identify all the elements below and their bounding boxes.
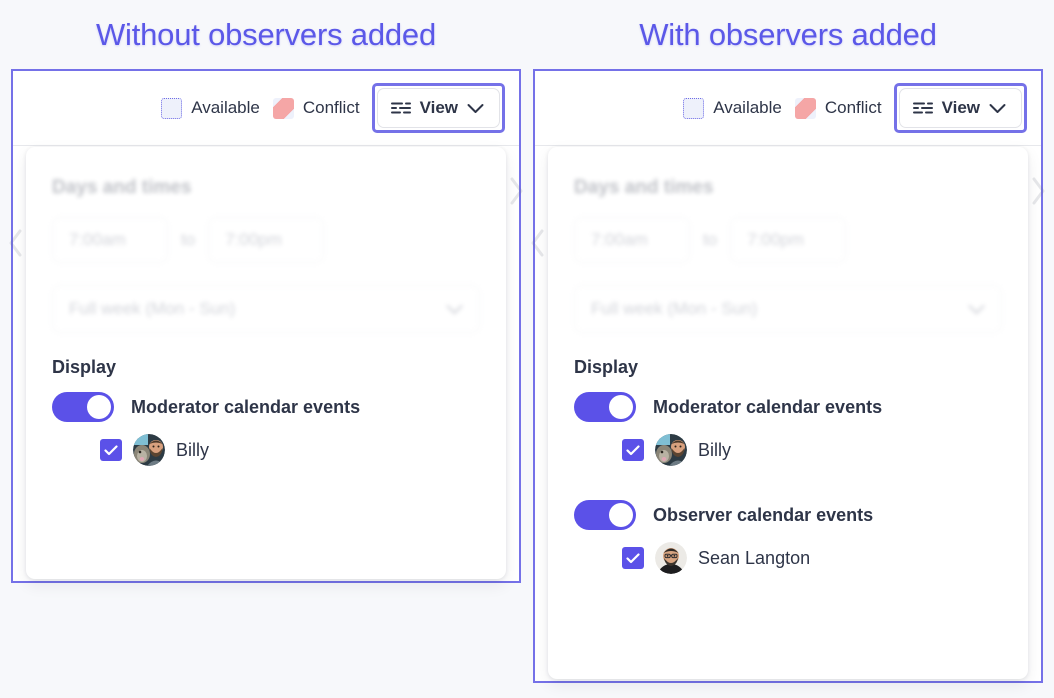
person-name: Billy <box>698 439 732 460</box>
time-range-row: 7:00am to 7:00pm <box>574 217 1002 263</box>
view-button-label: View <box>941 98 980 117</box>
check-icon <box>104 444 118 455</box>
view-button[interactable]: View <box>898 88 1022 128</box>
panel-header: Available Conflict View <box>535 71 1041 146</box>
available-swatch-icon <box>161 97 183 119</box>
toggle-row-moderator-calendar-events: Moderator calendar events <box>52 392 480 422</box>
legend-item-conflict: Conflict <box>794 97 882 119</box>
scheduler-panel-with-observers: Available Conflict View Days and times 7… <box>531 69 1045 683</box>
column-title-with-observers: With observers added <box>639 17 937 52</box>
view-settings-card: Days and times 7:00am to 7:00pm Full wee… <box>548 147 1028 679</box>
comparison-column-without-observers: Without observers added Available Confli <box>9 0 523 583</box>
week-range-select[interactable]: Full week (Mon - Sun) <box>574 285 1002 333</box>
checkbox-sean-langton[interactable] <box>622 547 644 569</box>
view-button-highlight: View <box>893 83 1027 133</box>
view-button-label: View <box>419 98 458 117</box>
available-swatch-icon <box>683 97 705 119</box>
person-name: Sean Langton <box>698 547 811 568</box>
scheduler-panel-without-observers: Available Conflict View Days and times 7… <box>9 69 523 583</box>
toggle-label-moderator-calendar-events: Moderator calendar events <box>653 396 883 417</box>
avatar <box>133 434 165 466</box>
toggle-label-observer-calendar-events: Observer calendar events <box>653 504 874 525</box>
avatar <box>655 542 687 574</box>
sliders-icon <box>912 102 933 114</box>
checkbox-billy[interactable] <box>622 439 644 461</box>
chevron-left-arrow-icon <box>9 229 22 257</box>
legend-label-conflict: Conflict <box>824 98 882 117</box>
days-and-times-title: Days and times <box>52 177 192 198</box>
week-range-select-value: Full week (Mon - Sun) <box>591 299 758 318</box>
billy-avatar <box>655 434 687 466</box>
conflict-swatch-icon <box>272 97 294 119</box>
toggle-label-moderator-calendar-events: Moderator calendar events <box>131 396 361 417</box>
sean-langton-avatar <box>655 542 687 574</box>
chevron-right-arrow-icon <box>1032 177 1045 205</box>
toggle-knob <box>609 503 633 527</box>
legend: Available Conflict <box>161 97 360 119</box>
time-range-separator: to <box>703 230 718 249</box>
days-and-times-section: Days and times 7:00am to 7:00pm Full wee… <box>26 147 506 333</box>
view-settings-card: Days and times 7:00am to 7:00pm Full wee… <box>26 147 506 579</box>
legend: Available Conflict <box>683 97 882 119</box>
check-icon <box>626 444 640 455</box>
screenshot-stage: Without observers added Available Confli <box>0 0 1054 698</box>
list-item: Sean Langton <box>574 542 1002 574</box>
billy-avatar <box>133 434 165 466</box>
view-button[interactable]: View <box>376 88 500 128</box>
toggle-row-observer-calendar-events: Observer calendar events <box>574 500 1002 530</box>
sliders-icon <box>390 102 411 114</box>
display-section-title: Display <box>574 357 639 377</box>
days-and-times-section: Days and times 7:00am to 7:00pm Full wee… <box>548 147 1028 333</box>
display-section: Display Moderator calendar events <box>548 333 1028 574</box>
panel-header: Available Conflict View <box>13 71 519 146</box>
time-range-separator: to <box>181 230 196 249</box>
check-icon <box>626 552 640 563</box>
column-title-without-observers: Without observers added <box>95 17 437 52</box>
start-time-field[interactable]: 7:00am <box>574 217 690 263</box>
chevron-down-icon <box>989 103 1006 113</box>
week-range-select-value: Full week (Mon - Sun) <box>69 299 236 318</box>
view-button-highlight: View <box>371 83 505 133</box>
list-item: Billy <box>574 434 1002 466</box>
end-time-field[interactable]: 7:00pm <box>730 217 847 263</box>
time-range-row: 7:00am to 7:00pm <box>52 217 480 263</box>
list-item: Billy <box>52 434 480 466</box>
chevron-left-arrow-icon <box>531 229 544 257</box>
conflict-swatch-icon <box>794 97 816 119</box>
legend-label-available: Available <box>191 98 260 117</box>
comparison-column-with-observers: With observers added Available Conflict <box>531 0 1045 683</box>
days-and-times-title: Days and times <box>574 177 714 198</box>
chevron-right-arrow-icon <box>510 177 523 205</box>
display-section: Display Moderator calendar events <box>26 333 506 466</box>
toggle-moderator-calendar-events[interactable] <box>52 392 114 422</box>
avatar <box>655 434 687 466</box>
end-time-field[interactable]: 7:00pm <box>208 217 325 263</box>
checkbox-billy[interactable] <box>100 439 122 461</box>
toggle-moderator-calendar-events[interactable] <box>574 392 636 422</box>
chevron-down-icon <box>467 103 484 113</box>
week-range-select[interactable]: Full week (Mon - Sun) <box>52 285 480 333</box>
toggle-row-moderator-calendar-events: Moderator calendar events <box>574 392 1002 422</box>
display-section-title: Display <box>52 357 117 377</box>
chevron-down-icon <box>446 304 463 314</box>
person-name: Billy <box>176 439 210 460</box>
legend-item-available: Available <box>161 97 260 119</box>
chevron-down-icon <box>968 304 985 314</box>
toggle-observer-calendar-events[interactable] <box>574 500 636 530</box>
legend-item-available: Available <box>683 97 782 119</box>
legend-label-available: Available <box>713 98 782 117</box>
legend-label-conflict: Conflict <box>302 98 360 117</box>
legend-item-conflict: Conflict <box>272 97 360 119</box>
start-time-field[interactable]: 7:00am <box>52 217 168 263</box>
toggle-knob <box>609 395 633 419</box>
toggle-knob <box>87 395 111 419</box>
